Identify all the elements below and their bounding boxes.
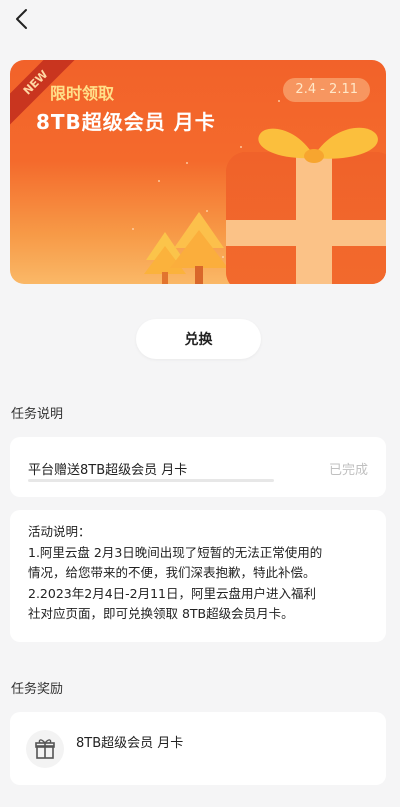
reward-card: 8TB超级会员 月卡 (10, 712, 386, 785)
task-label: 平台赠送8TB超级会员 月卡 (28, 463, 188, 478)
sparkle (186, 162, 188, 164)
description-line: 活动说明： (28, 524, 91, 539)
description-card: 活动说明： 1.阿里云盘 2月3日晚间出现了短暂的无法正常使用的 情况，给您带来… (10, 510, 386, 642)
banner-tag: 限时领取 (50, 84, 115, 103)
description-line: 1.阿里云盘 2月3日晚间出现了短暂的无法正常使用的 (28, 544, 323, 560)
chevron-left-icon[interactable] (10, 6, 36, 32)
description-text: 活动说明： 1.阿里云盘 2月3日晚间出现了短暂的无法正常使用的 情况，给您带来… (28, 522, 370, 625)
reward-label: 8TB超级会员 月卡 (76, 736, 184, 751)
gift-box-icon (226, 127, 386, 284)
reward-icon-bg (26, 730, 64, 768)
task-progress-bar (28, 479, 274, 482)
top-bar (0, 0, 400, 40)
tree-large-icon (170, 212, 228, 284)
gift-icon (35, 739, 55, 759)
task-section-title: 任务说明 (11, 407, 64, 422)
sparkle (132, 228, 134, 230)
task-card: 平台赠送8TB超级会员 月卡 已完成 (10, 437, 386, 497)
description-line: 社对应页面，即可兑换领取 8TB超级会员月卡。 (28, 606, 294, 621)
sparkle (158, 180, 160, 182)
task-status: 已完成 (328, 463, 368, 478)
description-line: 情况，给您带来的不便，我们深表抱歉，特此补偿。 (28, 565, 316, 580)
reward-section-title: 任务奖励 (11, 682, 64, 697)
promo-banner: NEW 限时领取 8TB超级会员 月卡 2.4 - 2.11 (10, 60, 386, 284)
date-range-badge: 2.4 - 2.11 (283, 78, 370, 102)
banner-title: 8TB超级会员 月卡 (36, 110, 216, 134)
sparkle (278, 100, 280, 102)
sparkle (310, 78, 312, 80)
exchange-button[interactable]: 兑换 (136, 319, 261, 359)
description-line: 2.2023年2月4日-2月11日，阿里云盘用户进入福利 (28, 585, 317, 601)
